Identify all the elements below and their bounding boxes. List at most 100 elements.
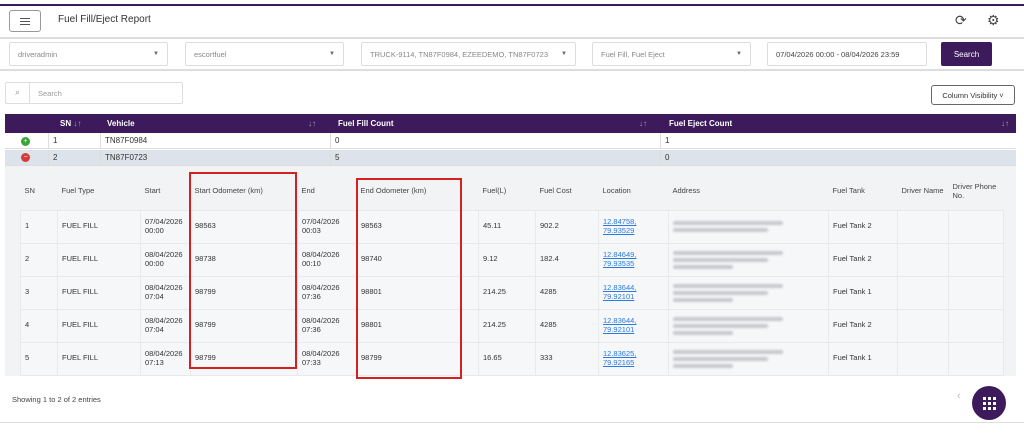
refresh-icon[interactable]: ⟳ [955,12,967,29]
search-button[interactable]: Search [941,42,992,66]
row-fill-count: 0 [330,133,660,148]
menu-icon [20,20,30,22]
cell-fuel-cost: 333 [535,341,599,376]
cell-fuel-tank: Fuel Tank 2 [828,209,898,244]
cell-driver-phone [948,308,1004,343]
menu-button[interactable] [9,10,41,32]
highlight-end-odometer [356,178,462,379]
location-link[interactable]: 12.83644, 79.92101 [603,316,636,334]
cell-driver-phone [948,242,1004,277]
detail-header-location: Location [602,186,631,196]
detail-header-address: Address [672,186,701,196]
cell-end: 08/04/2026 07:36 [297,308,357,343]
detail-header-fuel-cost: Fuel Cost [539,186,572,196]
vehicle-select[interactable]: TRUCK-9114, TN87F0984, EZEEDEMO, TN87F07… [361,42,576,66]
blurred-address [673,330,733,335]
cell-driver-phone [948,275,1004,310]
cell-fuel-cost: 182.4 [535,242,599,277]
entries-info: Showing 1 to 2 of 2 entries [12,395,101,404]
detail-header-sn: SN [24,186,35,196]
collapse-icon[interactable]: − [21,153,30,162]
column-visibility-button[interactable]: Column Visibility ˅ [931,85,1015,105]
cell-fuel-cost: 902.2 [535,209,599,244]
cell-address [668,242,829,277]
user-select[interactable]: driveradmin ▼ [9,42,168,66]
location-link[interactable]: 12.84758, 79.93529 [603,217,636,235]
type-select[interactable]: Fuel Fill, Fuel Eject ▼ [592,42,751,66]
cell-fuel-type: FUEL FILL [57,308,141,343]
cell-driver-name [897,341,949,376]
blurred-address [673,323,768,328]
cell-fuel-type: FUEL FILL [57,242,141,277]
divider [0,37,1024,39]
cell-fuel-cost: 4285 [535,308,599,343]
table-search-input[interactable]: ⌕ Search [5,82,183,104]
cell-sn: 1 [20,209,58,244]
cell-sn: 4 [20,308,58,343]
detail-header-driver-name: Driver Name [901,186,944,196]
detail-table: SN Fuel Type Start Start Odometer (km) End En… [20,172,1004,376]
date-range-input[interactable]: 07/04/2026 00:00 - 08/04/2026 23:59 [767,42,927,66]
table-row: + 1 TN87F0984 0 1 [5,133,1016,149]
search-placeholder: Search [38,88,62,98]
cell-driver-name [897,242,949,277]
blurred-address [673,356,768,361]
header-sn[interactable]: SN ↓↑ [60,114,81,133]
blurred-address [673,316,783,321]
cell-fuel: 16.65 [478,341,536,376]
cell-driver-name [897,275,949,310]
blurred-address [673,228,768,232]
detail-row: 5 FUEL FILL 08/04/2026 07:13 98799 08/04/202… [20,341,1004,376]
sort-icon[interactable]: ↓↑ [639,114,647,133]
divider [0,422,1024,423]
cell-fuel-type: FUEL FILL [57,209,141,244]
blurred-address [673,283,783,288]
detail-header-fuel: Fuel(L) [482,186,507,196]
cell-fuel: 214.25 [478,308,536,343]
location-link[interactable]: 12.83625, 79.92165 [603,349,636,367]
row-sn: 1 [48,133,103,148]
row-fill-count: 5 [330,150,660,165]
cell-fuel: 214.25 [478,275,536,310]
location-link[interactable]: 12.83644, 79.92101 [603,283,636,301]
detail-header-start: Start [144,186,161,196]
cell-start: 07/04/2026 00:00 [140,209,191,244]
group-select[interactable]: escortfuel ▼ [185,42,344,66]
chevron-down-icon: ▼ [329,51,335,57]
sort-icon[interactable]: ↓↑ [308,114,316,133]
cell-location: 12.84758, 79.93529 [598,209,669,244]
row-sn: 2 [48,150,103,165]
cell-end: 08/04/2026 07:33 [297,341,357,376]
apps-button[interactable] [972,386,1006,420]
top-accent-bar [0,4,1024,6]
cell-address [668,275,829,310]
cell-location: 12.83625, 79.92165 [598,341,669,376]
group-value: escortfuel [194,49,227,59]
expand-icon[interactable]: + [21,137,30,146]
gear-icon[interactable]: ⚙ [987,12,1000,29]
header-fuel-fill-count[interactable]: Fuel Fill Count [338,114,394,133]
cell-fuel-tank: Fuel Tank 2 [828,242,898,277]
vehicle-value: TRUCK-9114, TN87F0984, EZEEDEMO, TN87F07… [370,49,548,59]
divider [0,69,1024,71]
cell-address [668,308,829,343]
blurred-address [673,264,733,269]
blurred-address [673,297,733,302]
header-vehicle[interactable]: Vehicle [107,114,135,133]
grid-icon [982,396,996,410]
date-range-value: 07/04/2026 00:00 - 08/04/2026 23:59 [776,49,900,59]
blurred-address [673,221,783,225]
row-vehicle: TN87F0723 [100,150,330,165]
column-visibility-label: Column Visibility [942,90,998,100]
page-title: Fuel Fill/Eject Report [58,14,151,25]
previous-page-button[interactable]: ‹ [957,390,961,402]
sort-icon[interactable]: ↓↑ [1001,114,1009,133]
location-link[interactable]: 12.84649, 79.93535 [603,250,636,268]
row-vehicle: TN87F0984 [100,133,330,148]
blurred-address [673,290,768,295]
cell-driver-name [897,209,949,244]
detail-row: 2 FUEL FILL 08/04/2026 00:00 98738 08/04/202… [20,242,1004,277]
cell-end: 07/04/2026 00:03 [297,209,357,244]
header-fuel-eject-count[interactable]: Fuel Eject Count [669,114,732,133]
cell-location: 12.83644, 79.92101 [598,275,669,310]
